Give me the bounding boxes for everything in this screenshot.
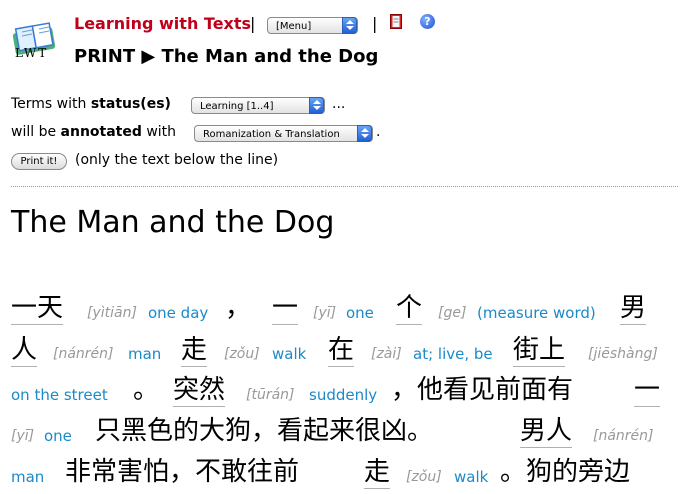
term-word[interactable]: 个	[396, 292, 423, 325]
translation: at; live, be	[413, 345, 493, 363]
translation: walk	[454, 468, 489, 486]
logo-text: LWT	[15, 46, 49, 60]
translation: one day	[148, 304, 209, 322]
romanization: [tūrán]	[246, 387, 295, 403]
page-title: PRINT ▶ The Man and the Dog	[74, 46, 379, 67]
romanization: [zǒu]	[224, 346, 260, 362]
select-arrows-icon	[309, 97, 324, 114]
term-word[interactable]: 走	[181, 334, 208, 367]
translation: walk	[272, 345, 307, 363]
text-fragment: 。狗的旁边	[500, 457, 631, 487]
status-label: status(es)	[90, 96, 171, 112]
select-arrows-icon	[357, 125, 372, 142]
translation: (measure word)	[477, 304, 596, 322]
translation: man	[128, 345, 162, 363]
term-word[interactable]: 男	[620, 292, 647, 325]
annotated-label: annotated	[60, 124, 142, 140]
text-fragment: ，	[225, 293, 252, 323]
with-text: with	[146, 124, 177, 140]
romanization: [nánrén]	[53, 346, 114, 362]
translation: one	[44, 427, 72, 445]
help-icon[interactable]: ?	[420, 14, 435, 29]
annotation-select-value: Romanization & Translation	[203, 129, 340, 140]
translation: man	[11, 468, 45, 486]
red-book-icon[interactable]	[390, 14, 403, 29]
text-title: The Man and the Dog	[11, 205, 335, 240]
translation: suddenly	[309, 386, 378, 404]
separator: |	[250, 14, 256, 33]
divider	[11, 186, 678, 187]
term-word[interactable]: 突然	[173, 374, 226, 407]
term-word[interactable]: 街上	[513, 334, 566, 367]
text-fragment: 。	[133, 375, 160, 405]
annotation-select[interactable]: Romanization & Translation	[194, 125, 373, 142]
text-fragment: ，他看见前面有	[391, 375, 574, 405]
romanization: [ge]	[438, 305, 467, 321]
term-word[interactable]: 一	[634, 374, 661, 407]
term-word[interactable]: 在	[328, 334, 355, 367]
status-select[interactable]: Learning [1..4]	[191, 97, 325, 114]
term-word[interactable]: 人	[11, 334, 38, 367]
translation: on the street	[11, 386, 108, 404]
terms-status-line: Terms with status(es)	[11, 96, 171, 112]
status-select-value: Learning [1..4]	[200, 101, 274, 112]
terms-prefix: Terms with	[11, 96, 87, 112]
print-note: (only the text below the line)	[75, 152, 279, 168]
print-button[interactable]: Print it!	[11, 153, 67, 170]
romanization: [nánrén]	[593, 428, 654, 444]
translation: one	[346, 304, 374, 322]
term-word[interactable]: 男人	[520, 415, 573, 448]
romanization: [yìtiān]	[87, 305, 137, 321]
annotation-line: will be annotated with	[11, 124, 176, 140]
period: .	[376, 124, 381, 140]
text-fragment: 非常害怕，不敢往前	[65, 457, 300, 487]
romanization: [yī]	[313, 305, 337, 321]
term-word[interactable]: 一天	[11, 292, 64, 325]
separator: |	[372, 14, 378, 33]
will-be-text: will be	[11, 124, 57, 140]
ellipsis: ...	[332, 96, 346, 112]
romanization: [zǒu]	[406, 469, 442, 485]
term-word[interactable]: 一	[272, 292, 299, 325]
select-arrows-icon	[342, 17, 357, 34]
romanization: [jiēshàng]	[588, 346, 658, 362]
menu-select[interactable]: [Menu]	[267, 17, 358, 34]
term-word[interactable]: 走	[364, 456, 391, 489]
romanization: [zài]	[371, 346, 402, 362]
app-title-link[interactable]: Learning with Texts	[74, 14, 251, 33]
text-fragment: 只黑色的大狗，看起来很凶。	[95, 416, 434, 446]
romanization: [yī]	[11, 428, 35, 444]
menu-select-value: [Menu]	[276, 21, 312, 32]
